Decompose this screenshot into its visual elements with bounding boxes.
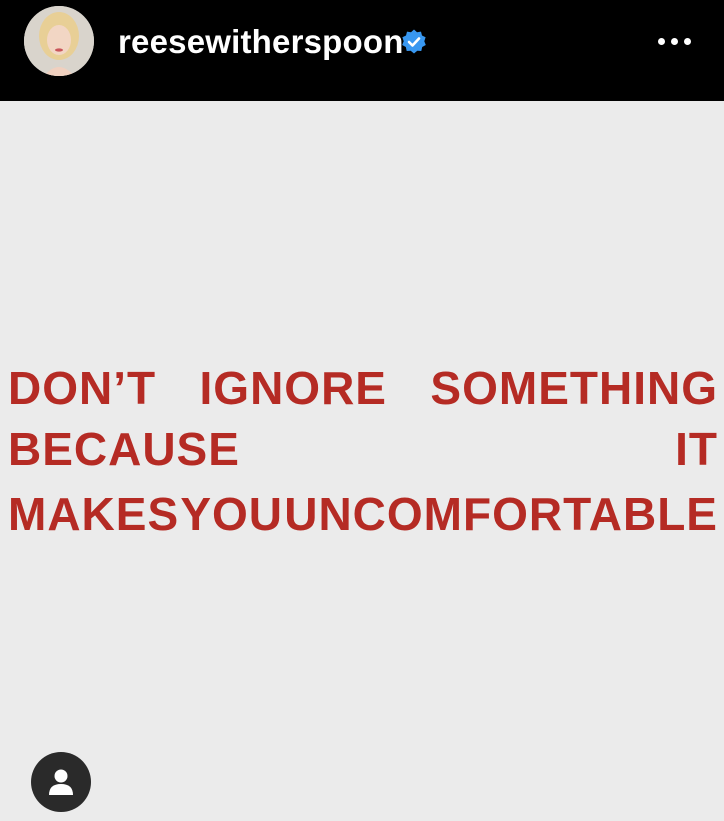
quote-text: DON’T IGNORE SOMETHING BECAUSE IT MAKES …	[0, 101, 724, 821]
avatar-photo	[24, 6, 94, 76]
quote-word: DON’T	[8, 362, 157, 414]
quote-word: UNCOMFORTABLE	[284, 488, 718, 540]
quote-line-2: BECAUSE IT	[8, 424, 718, 474]
post-image: DON’T IGNORE SOMETHING BECAUSE IT MAKES …	[0, 101, 724, 821]
quote-word: BECAUSE	[8, 423, 240, 475]
quote-word: SOMETHING	[430, 362, 718, 414]
more-options-icon[interactable]	[648, 25, 700, 59]
quote-word: YOU	[180, 488, 284, 540]
quote-line-1: DON’T IGNORE SOMETHING	[8, 363, 718, 413]
post-header: reesewitherspoon	[0, 0, 724, 101]
more-dot	[658, 38, 665, 45]
user-tag-icon	[49, 769, 73, 795]
quote-line-3: MAKES YOU UNCOMFORTABLE	[8, 489, 718, 539]
quote-word: MAKES	[8, 488, 180, 540]
quote-word: IT	[675, 423, 718, 475]
tagged-users-button[interactable]	[31, 752, 91, 812]
more-dot	[684, 38, 691, 45]
verified-badge-icon	[402, 29, 426, 54]
username[interactable]: reesewitherspoon	[118, 22, 404, 62]
more-dot	[671, 38, 678, 45]
quote-word: IGNORE	[199, 362, 387, 414]
profile-avatar[interactable]	[24, 6, 94, 76]
